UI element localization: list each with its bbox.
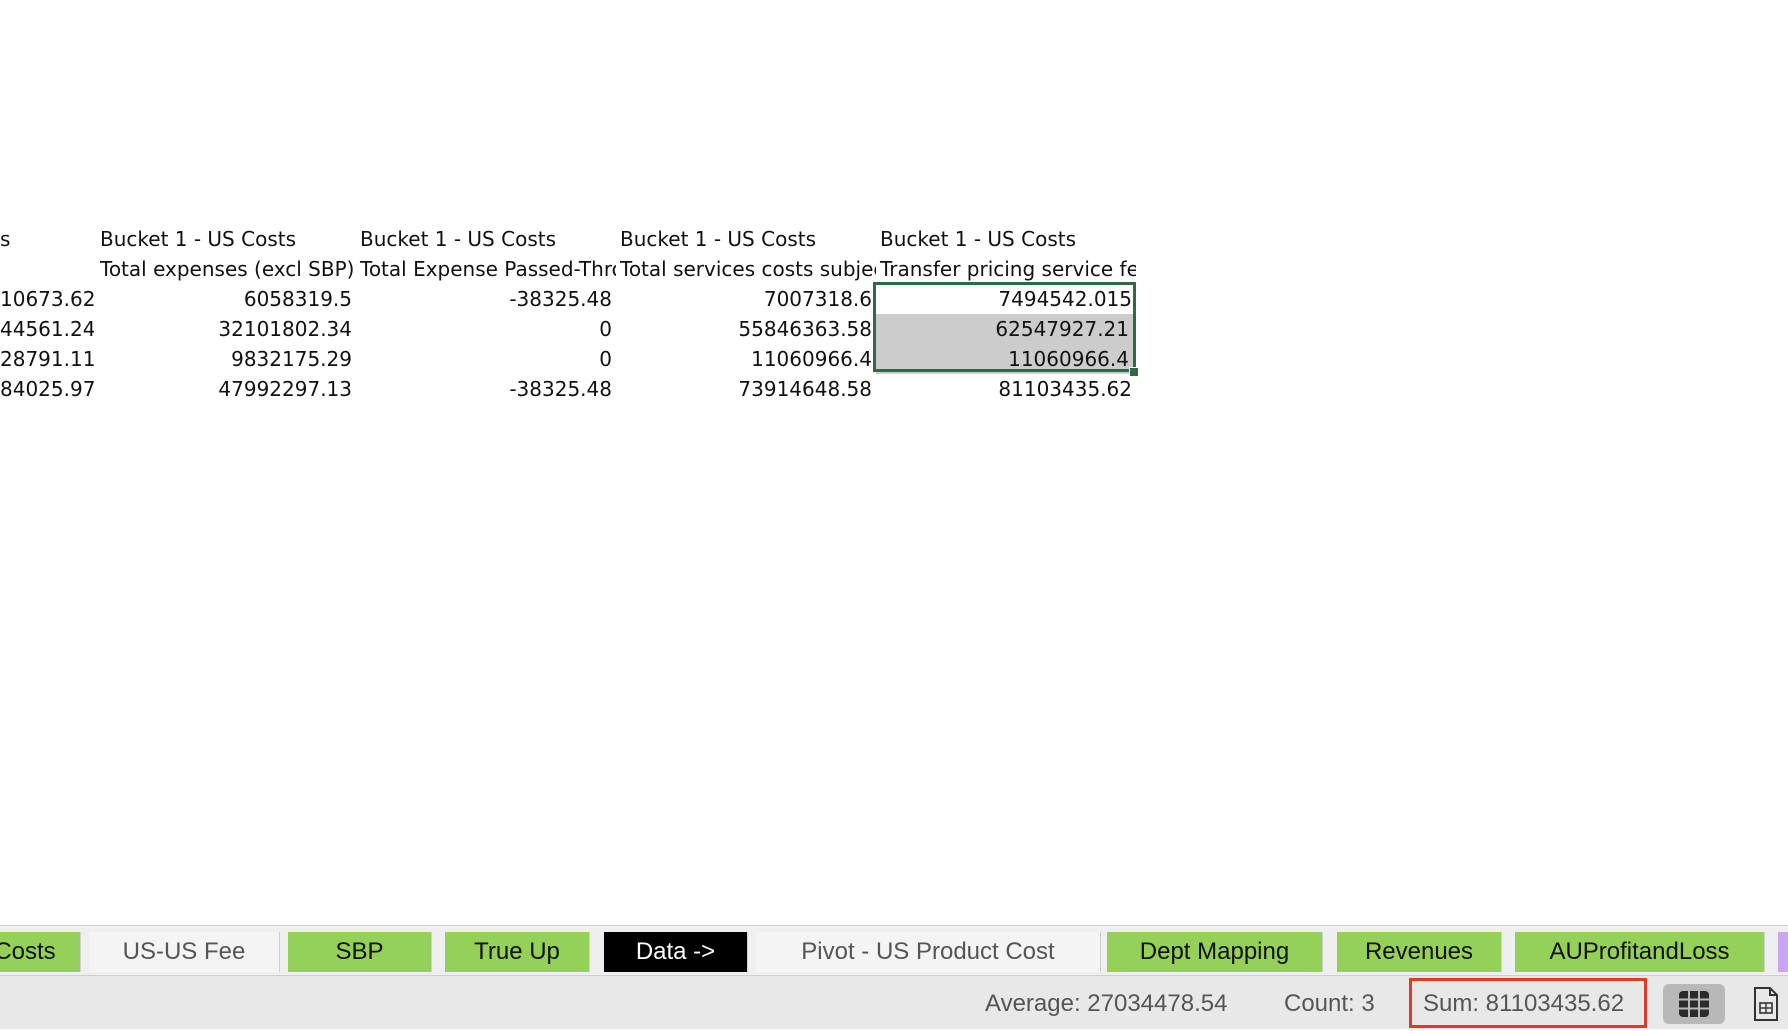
- status-average: Average: 27034478.54: [985, 990, 1228, 1017]
- sheet-tab-auprofitandloss[interactable]: AUProfitandLoss: [1515, 932, 1765, 972]
- sheet-tab-dept-mapping[interactable]: Dept Mapping: [1107, 932, 1323, 972]
- header-cell[interactable]: Transfer pricing service fee: [876, 254, 1136, 284]
- sheet-tab-pivot-us-product-cost[interactable]: Pivot - US Product Cost: [756, 932, 1101, 972]
- data-cell[interactable]: 81103435.62: [876, 374, 1136, 404]
- data-cell[interactable]: 0: [356, 344, 616, 374]
- fill-handle[interactable]: [1129, 367, 1139, 377]
- data-cell[interactable]: 7494542.015: [876, 284, 1136, 314]
- data-cell[interactable]: 73914648.58: [616, 374, 876, 404]
- header-cell[interactable]: Bucket 1 - US Costs: [616, 224, 876, 254]
- header-cell[interactable]: Total services costs subject to: [616, 254, 876, 284]
- header-cell[interactable]: Bucket 1 - US Costs: [96, 224, 356, 254]
- data-cell[interactable]: 0: [356, 314, 616, 344]
- status-bar: Average: 27034478.54 Count: 3 Sum: 81103…: [0, 975, 1788, 1029]
- data-cell[interactable]: 47992297.13: [96, 374, 356, 404]
- sheet-tab-bar: Costs US-US Fee SBP True Up Data -> Pivo…: [0, 925, 1788, 976]
- data-cell[interactable]: 44561.24: [0, 314, 94, 344]
- data-cell[interactable]: 9832175.29: [96, 344, 356, 374]
- spreadsheet-grid[interactable]: s Bucket 1 - US Costs Bucket 1 - US Cost…: [0, 0, 1788, 925]
- data-cell[interactable]: 6058319.5: [96, 284, 356, 314]
- sheet-tab-sbp[interactable]: SBP: [288, 932, 432, 972]
- header-cell[interactable]: Bucket 1 - US Costs: [876, 224, 1136, 254]
- data-cell[interactable]: 11060966.4: [616, 344, 876, 374]
- page-layout-icon: [1754, 987, 1778, 1021]
- header-cell[interactable]: Total expenses (excl SBP): [96, 254, 356, 284]
- header-cell[interactable]: s: [0, 224, 91, 254]
- sheet-tab-next[interactable]: [1778, 932, 1788, 972]
- sheet-tab-us-us-fee[interactable]: US-US Fee: [89, 932, 280, 972]
- sheet-tab-costs[interactable]: Costs: [0, 932, 81, 972]
- data-cell[interactable]: -38325.48: [356, 284, 616, 314]
- sheet-tab-revenues[interactable]: Revenues: [1337, 932, 1502, 972]
- data-cell[interactable]: 84025.97: [0, 374, 94, 404]
- selected-cell[interactable]: 11060966.4: [876, 344, 1133, 374]
- normal-view-button[interactable]: [1663, 984, 1725, 1024]
- grid-icon: [1679, 991, 1709, 1017]
- data-cell[interactable]: 7007318.6: [616, 284, 876, 314]
- header-cell[interactable]: Bucket 1 - US Costs: [356, 224, 616, 254]
- status-count: Count: 3: [1284, 990, 1375, 1017]
- page-layout-view-button[interactable]: [1752, 986, 1780, 1022]
- header-cell[interactable]: Total Expense Passed-Through: [356, 254, 616, 284]
- data-cell[interactable]: 10673.62: [0, 284, 94, 314]
- sheet-tab-data[interactable]: Data ->: [604, 932, 748, 972]
- data-cell[interactable]: 32101802.34: [96, 314, 356, 344]
- data-cell[interactable]: 28791.11: [0, 344, 94, 374]
- data-cell[interactable]: 55846363.58: [616, 314, 876, 344]
- selected-cell[interactable]: 62547927.21: [876, 314, 1133, 344]
- sheet-tab-true-up[interactable]: True Up: [445, 932, 590, 972]
- data-cell[interactable]: -38325.48: [356, 374, 616, 404]
- sum-highlight-box: [1409, 978, 1647, 1028]
